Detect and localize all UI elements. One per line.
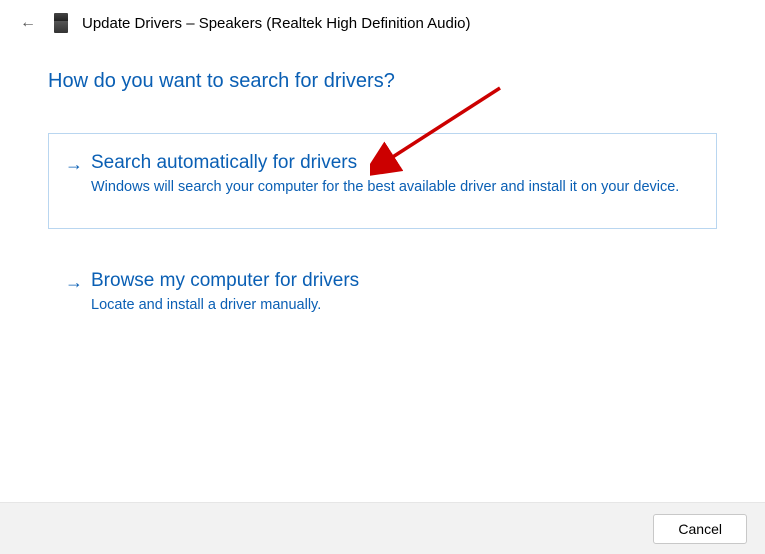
option-description: Locate and install a driver manually. [91, 296, 700, 316]
content-area: How do you want to search for drivers? →… [0, 46, 765, 346]
arrow-right-icon: → [65, 152, 81, 177]
option-description: Windows will search your computer for th… [91, 178, 700, 198]
window-title: Update Drivers – Speakers (Realtek High … [82, 15, 471, 32]
arrow-right-icon: → [65, 270, 81, 295]
option-content: Browse my computer for drivers Locate an… [91, 270, 700, 316]
back-arrow-icon[interactable]: ← [16, 12, 40, 34]
device-speaker-icon [54, 13, 68, 33]
footer: Cancel [0, 502, 765, 554]
page-heading: How do you want to search for drivers? [48, 70, 717, 93]
cancel-button[interactable]: Cancel [653, 514, 747, 544]
option-title: Browse my computer for drivers [91, 270, 700, 292]
titlebar: ← Update Drivers – Speakers (Realtek Hig… [0, 0, 765, 46]
option-browse-computer[interactable]: → Browse my computer for drivers Locate … [48, 251, 717, 347]
option-search-automatically[interactable]: → Search automatically for drivers Windo… [48, 133, 717, 229]
option-content: Search automatically for drivers Windows… [91, 152, 700, 198]
option-title: Search automatically for drivers [91, 152, 700, 174]
